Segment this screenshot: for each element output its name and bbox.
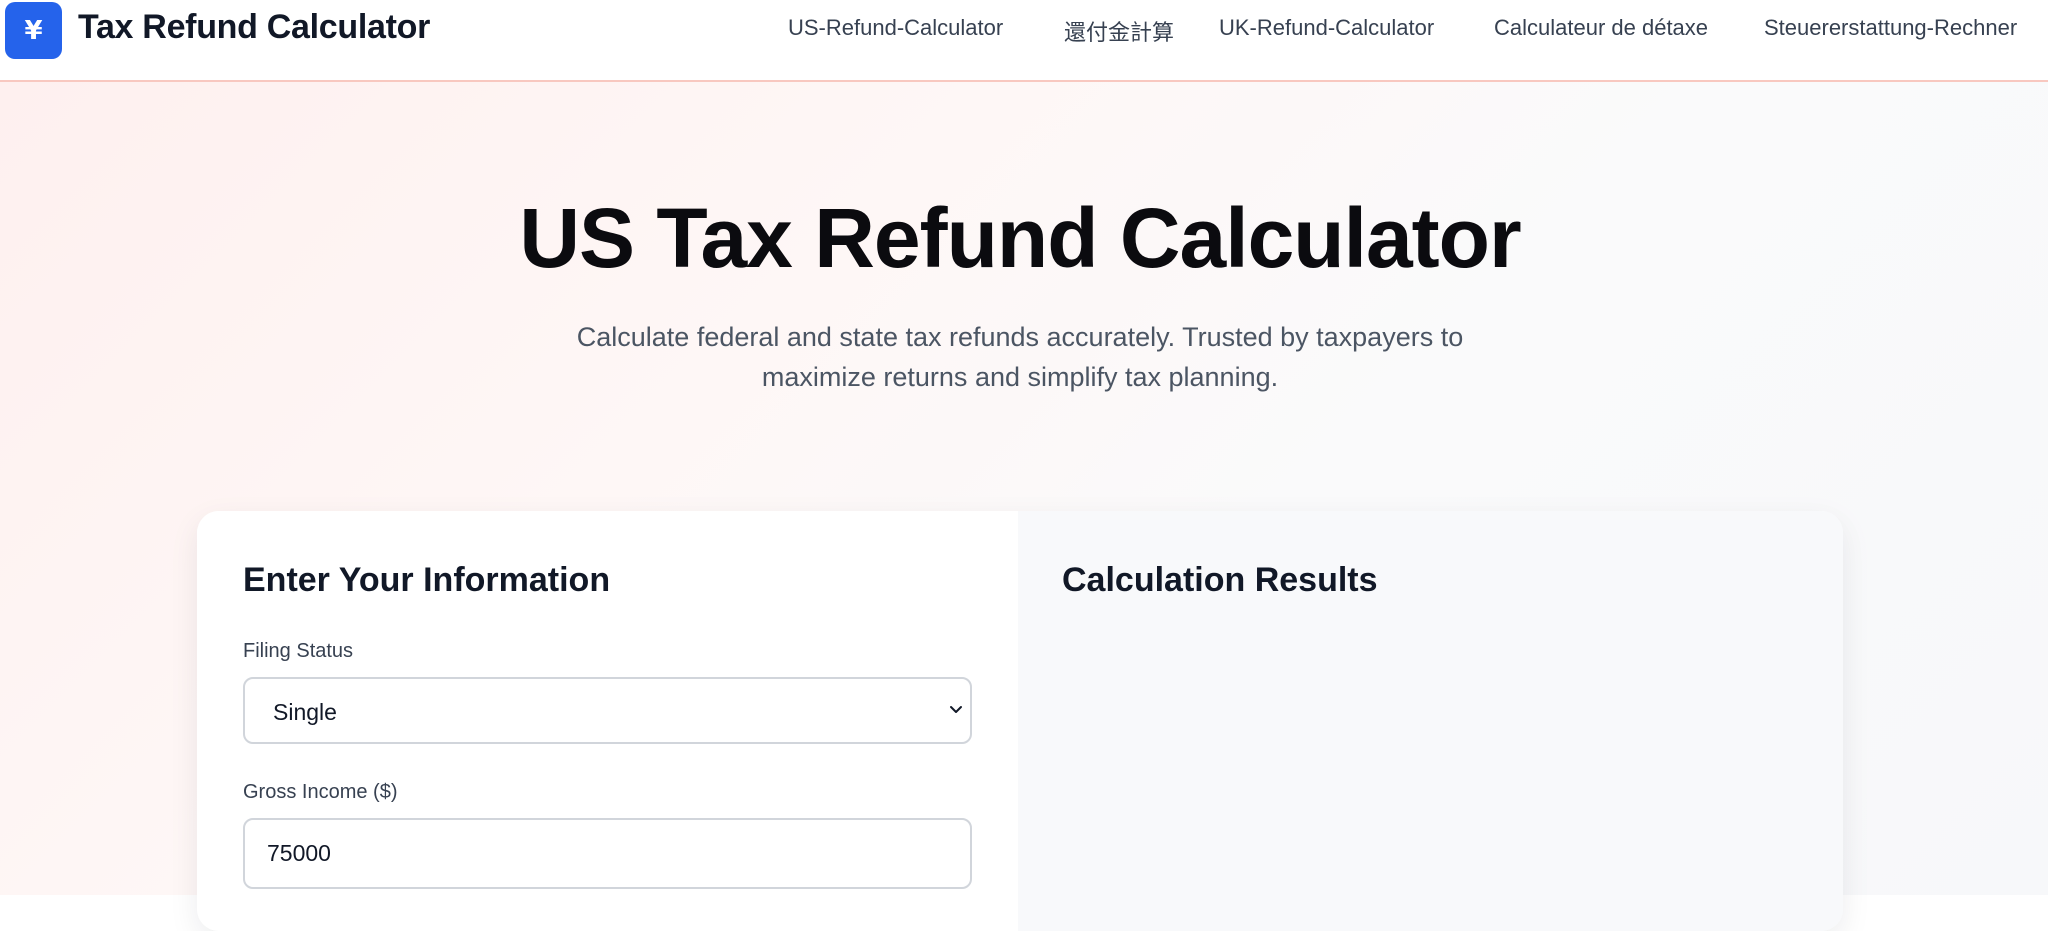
nav-link-germany-refund-calculator[interactable]: Steuererstattung-Rechner — [1764, 15, 2017, 41]
filing-status-selected-value: Single — [273, 699, 337, 725]
brand-title[interactable]: Tax Refund Calculator — [78, 8, 430, 47]
filing-status-label: Filing Status — [243, 640, 354, 662]
gross-income-input[interactable] — [243, 818, 972, 889]
gross-income-label: Gross Income ($) — [243, 781, 398, 803]
chevron-down-icon — [950, 706, 962, 713]
input-section-title: Enter Your Information — [243, 561, 611, 599]
yen-logo-icon[interactable]: ¥ — [5, 2, 62, 59]
page-title: US Tax Refund Calculator — [519, 191, 1521, 285]
calculator-card: Enter Your Information Filing Status Sin… — [197, 511, 1843, 931]
nav-link-uk-refund-calculator[interactable]: UK-Refund-Calculator — [1219, 15, 1434, 41]
nav-link-france-refund-calculator[interactable]: Calculateur de détaxe — [1494, 15, 1708, 41]
page-subtitle: Calculate federal and state tax refunds … — [576, 322, 1464, 392]
input-panel: Enter Your Information Filing Status Sin… — [197, 511, 1018, 931]
site-header: ¥ Tax Refund Calculator US-Refund-Calcul… — [0, 0, 2048, 82]
results-panel: Calculation Results — [1018, 511, 1843, 931]
results-section-title: Calculation Results — [1062, 561, 1378, 599]
nav-link-us-refund-calculator[interactable]: US-Refund-Calculator — [788, 15, 1003, 41]
filing-status-select[interactable]: Single — [243, 677, 972, 744]
nav-link-japan-refund-calculator[interactable]: 還付金計算 — [1064, 15, 1174, 47]
